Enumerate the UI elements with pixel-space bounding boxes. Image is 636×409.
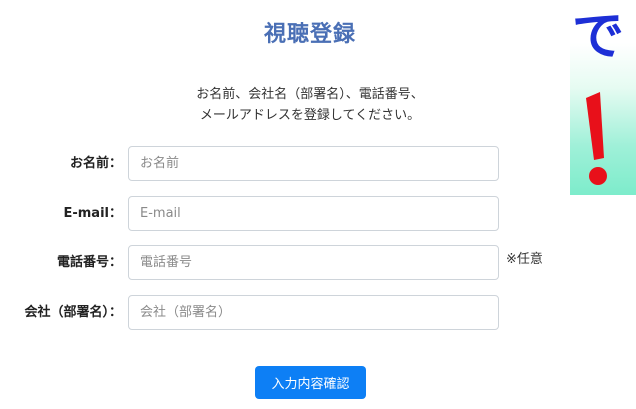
name-label: お名前： bbox=[69, 156, 122, 171]
instruction-line: メールアドレスを登録してください。 bbox=[199, 108, 421, 123]
phone-label: 電話番号： bbox=[56, 255, 122, 270]
instruction-line: お名前、会社名（部署名）、電話番号、 bbox=[196, 87, 424, 102]
company-input[interactable] bbox=[128, 295, 499, 330]
promo-banner[interactable]: で bbox=[570, 0, 636, 195]
company-row: 会社（部署名）： bbox=[0, 295, 636, 331]
email-input[interactable] bbox=[128, 196, 499, 231]
page-title: 視聴登録 bbox=[263, 22, 356, 47]
confirm-input-button[interactable]: 入力内容確認 bbox=[255, 366, 366, 399]
phone-input[interactable] bbox=[128, 245, 499, 280]
optional-note: ※任意 bbox=[506, 252, 543, 267]
name-input[interactable] bbox=[128, 146, 499, 181]
company-label: 会社（部署名）： bbox=[24, 305, 122, 320]
form-instructions: お名前、会社名（部署名）、電話番号、 メールアドレスを登録してください。 bbox=[140, 84, 480, 126]
phone-row: 電話番号： ※任意 bbox=[0, 245, 636, 281]
name-row: お名前： bbox=[0, 146, 636, 182]
email-label: E-mail： bbox=[63, 206, 122, 221]
exclamation-icon bbox=[586, 92, 607, 185]
email-row: E-mail： bbox=[0, 196, 636, 232]
